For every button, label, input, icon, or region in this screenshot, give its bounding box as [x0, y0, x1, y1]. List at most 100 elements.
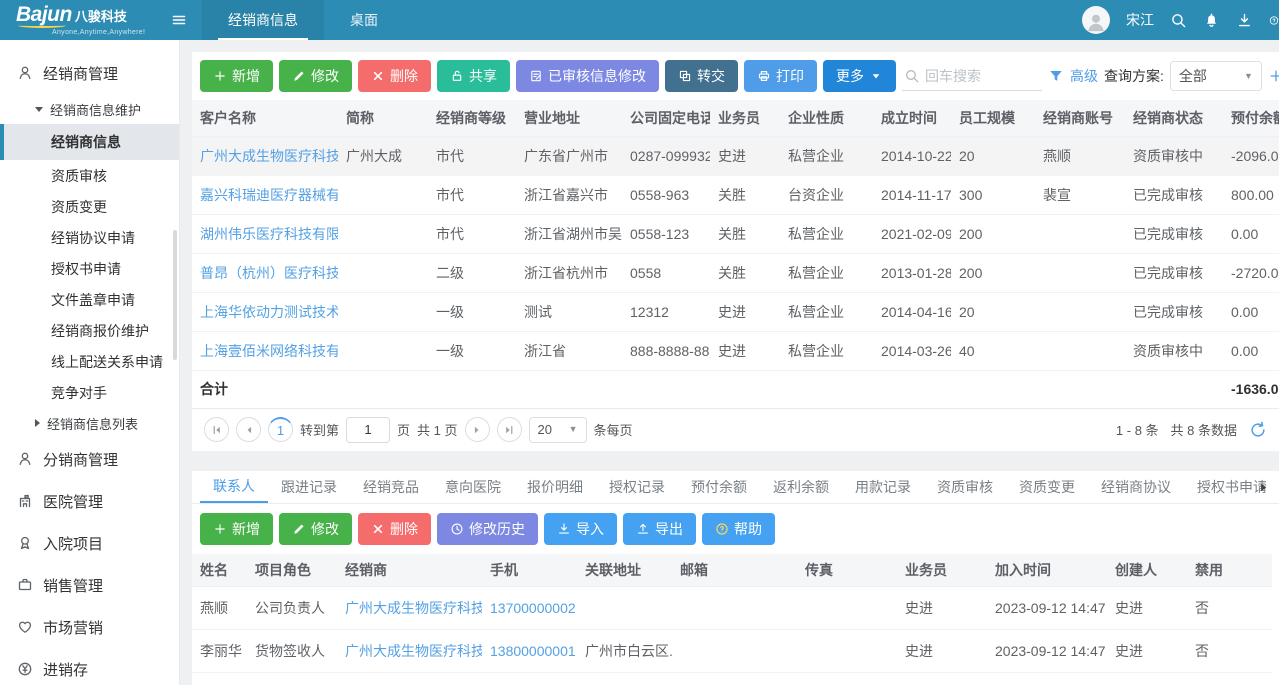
help-circle-icon[interactable]: [1269, 12, 1279, 29]
column-header[interactable]: 营业地址: [516, 100, 622, 136]
detail-tab-11[interactable]: 经销商协议: [1088, 470, 1184, 503]
next-page-button[interactable]: [465, 417, 490, 442]
detail-tab-10[interactable]: 资质变更: [1006, 470, 1088, 503]
sidebar-group-13[interactable]: 医院管理: [0, 480, 179, 522]
column-header[interactable]: 经销商: [337, 554, 482, 587]
export-button[interactable]: 导出: [623, 513, 696, 545]
dealer-row[interactable]: 嘉兴科瑞迪医疗器械有...市代浙江省嘉兴市0558-963关胜台资企业2014-…: [192, 175, 1279, 214]
filter-funnel-icon[interactable]: [1048, 68, 1064, 84]
download-icon[interactable]: [1236, 12, 1253, 29]
sidebar-subgroup-1[interactable]: 经销商信息维护: [0, 94, 179, 124]
audited-info-edit-button[interactable]: 已审核信息修改: [516, 60, 659, 92]
column-header[interactable]: 传真: [797, 554, 897, 587]
dealer-name-link[interactable]: 上海华依动力测试技术...: [192, 292, 338, 331]
prev-page-button[interactable]: [236, 417, 261, 442]
detail-tab-2[interactable]: 经销竞品: [350, 470, 432, 503]
column-header[interactable]: 业务员: [897, 554, 987, 587]
column-header[interactable]: 企业性质: [780, 100, 873, 136]
dealer-row[interactable]: 上海华依动力测试技术...一级测试12312史进私营企业2014-04-1620…: [192, 292, 1279, 331]
print-button[interactable]: 打印: [744, 60, 817, 92]
column-header[interactable]: 创建人: [1107, 554, 1187, 587]
dealer-row[interactable]: 普昂（杭州）医疗科技...二级浙江省杭州市0558关胜私营企业2013-01-2…: [192, 253, 1279, 292]
sidebar-group-15[interactable]: 销售管理: [0, 564, 179, 606]
phone-link[interactable]: 13800000001: [482, 630, 577, 673]
phone-link[interactable]: 13700000002: [482, 587, 577, 630]
detail-add-button[interactable]: 新增: [200, 513, 273, 545]
import-button[interactable]: 导入: [544, 513, 617, 545]
sidebar-item-7[interactable]: 文件盖章申请: [0, 284, 179, 315]
sidebar-item-8[interactable]: 经销商报价维护: [0, 315, 179, 346]
user-avatar[interactable]: [1082, 6, 1110, 34]
column-header[interactable]: 公司固定电话: [622, 100, 710, 136]
delete-button[interactable]: 删除: [358, 60, 431, 92]
column-header[interactable]: 经销商账号: [1035, 100, 1125, 136]
detail-edit-button[interactable]: 修改: [279, 513, 352, 545]
dealer-name-link[interactable]: 嘉兴科瑞迪医疗器械有...: [192, 175, 338, 214]
search-input[interactable]: [925, 68, 1037, 84]
dealer-name-link[interactable]: 普昂（杭州）医疗科技...: [192, 253, 338, 292]
sidebar-group-0[interactable]: 经销商管理: [0, 52, 179, 94]
detail-tab-7[interactable]: 返利余额: [760, 470, 842, 503]
detail-tab-8[interactable]: 用款记录: [842, 470, 924, 503]
column-header[interactable]: 加入时间: [987, 554, 1107, 587]
sidebar-item-6[interactable]: 授权书申请: [0, 253, 179, 284]
sidebar-subgroup-11[interactable]: 经销商信息列表: [0, 408, 179, 438]
refresh-icon[interactable]: [1249, 421, 1267, 439]
edit-button[interactable]: 修改: [279, 60, 352, 92]
column-header[interactable]: 经销商状态: [1125, 100, 1223, 136]
detail-tab-3[interactable]: 意向医院: [432, 470, 514, 503]
dealer-row[interactable]: 上海壹佰米网络科技有...一级浙江省888-8888-888史进私营企业2014…: [192, 331, 1279, 370]
column-header[interactable]: 关联地址: [577, 554, 672, 587]
sidebar-item-10[interactable]: 竞争对手: [0, 377, 179, 408]
detail-tab-0[interactable]: 联系人: [200, 470, 268, 503]
column-header[interactable]: 姓名: [192, 554, 247, 587]
dealer-row[interactable]: 广州大成生物医疗科技...广州大成市代广东省广州市0287-099932史进私营…: [192, 136, 1279, 175]
column-header[interactable]: 邮箱: [672, 554, 797, 587]
column-header[interactable]: 员工规模: [951, 100, 1035, 136]
sidebar-item-3[interactable]: 资质审核: [0, 160, 179, 191]
tabs-overflow-arrow-icon[interactable]: [1258, 471, 1269, 504]
sidebar-group-17[interactable]: 进销存: [0, 648, 179, 685]
column-header[interactable]: 成立时间: [873, 100, 951, 136]
dealer-link[interactable]: 广州大成生物医疗科技...: [337, 630, 482, 673]
query-plan-select[interactable]: 全部 ▼: [1170, 61, 1262, 91]
edit-history-button[interactable]: 修改历史: [437, 513, 538, 545]
sidebar-item-2[interactable]: 经销商信息: [0, 124, 179, 160]
add-query-plan-icon[interactable]: [1268, 68, 1279, 84]
sidebar-group-16[interactable]: 市场营销: [0, 606, 179, 648]
sidebar-item-9[interactable]: 线上配送关系申请: [0, 346, 179, 377]
current-page-button[interactable]: 1: [268, 417, 293, 442]
detail-tab-1[interactable]: 跟进记录: [268, 470, 350, 503]
user-name[interactable]: 宋江: [1126, 10, 1154, 30]
search-icon[interactable]: [1170, 12, 1187, 29]
dealer-name-link[interactable]: 湖州伟乐医疗科技有限...: [192, 214, 338, 253]
sidebar-item-4[interactable]: 资质变更: [0, 191, 179, 222]
detail-tab-4[interactable]: 报价明细: [514, 470, 596, 503]
column-header[interactable]: 预付余额: [1223, 100, 1279, 136]
column-header[interactable]: 项目角色: [247, 554, 337, 587]
add-button[interactable]: 新增: [200, 60, 273, 92]
detail-tab-5[interactable]: 授权记录: [596, 470, 678, 503]
sidebar-group-12[interactable]: 分销商管理: [0, 438, 179, 480]
first-page-button[interactable]: [204, 417, 229, 442]
detail-tab-6[interactable]: 预付余额: [678, 470, 760, 503]
dealer-name-link[interactable]: 广州大成生物医疗科技...: [192, 136, 338, 175]
column-header[interactable]: 手机: [482, 554, 577, 587]
contact-row[interactable]: 燕顺公司负责人广州大成生物医疗科技...13700000002史进2023-09…: [192, 587, 1272, 630]
navbar-tab-0[interactable]: 经销商信息: [202, 0, 324, 40]
advanced-search-link[interactable]: 高级: [1070, 66, 1098, 86]
contact-row[interactable]: 李丽华货物签收人广州大成生物医疗科技...13800000001广州市白云区..…: [192, 630, 1272, 673]
dealer-link[interactable]: 广州大成生物医疗科技...: [337, 587, 482, 630]
sidebar-group-14[interactable]: 入院项目: [0, 522, 179, 564]
app-logo[interactable]: Bajun 八骏科技 Anyone,Anytime,Anywhere!: [0, 4, 162, 36]
menu-toggle-button[interactable]: [162, 0, 196, 40]
detail-tab-9[interactable]: 资质审核: [924, 470, 1006, 503]
bell-icon[interactable]: [1203, 12, 1220, 29]
column-header[interactable]: 经销商等级: [428, 100, 516, 136]
more-button[interactable]: 更多: [823, 60, 896, 92]
page-number-input[interactable]: [346, 417, 390, 443]
dealer-name-link[interactable]: 上海壹佰米网络科技有...: [192, 331, 338, 370]
column-header[interactable]: 简称: [338, 100, 428, 136]
page-size-select[interactable]: 20 ▼: [529, 417, 587, 443]
help-button[interactable]: 帮助: [702, 513, 775, 545]
